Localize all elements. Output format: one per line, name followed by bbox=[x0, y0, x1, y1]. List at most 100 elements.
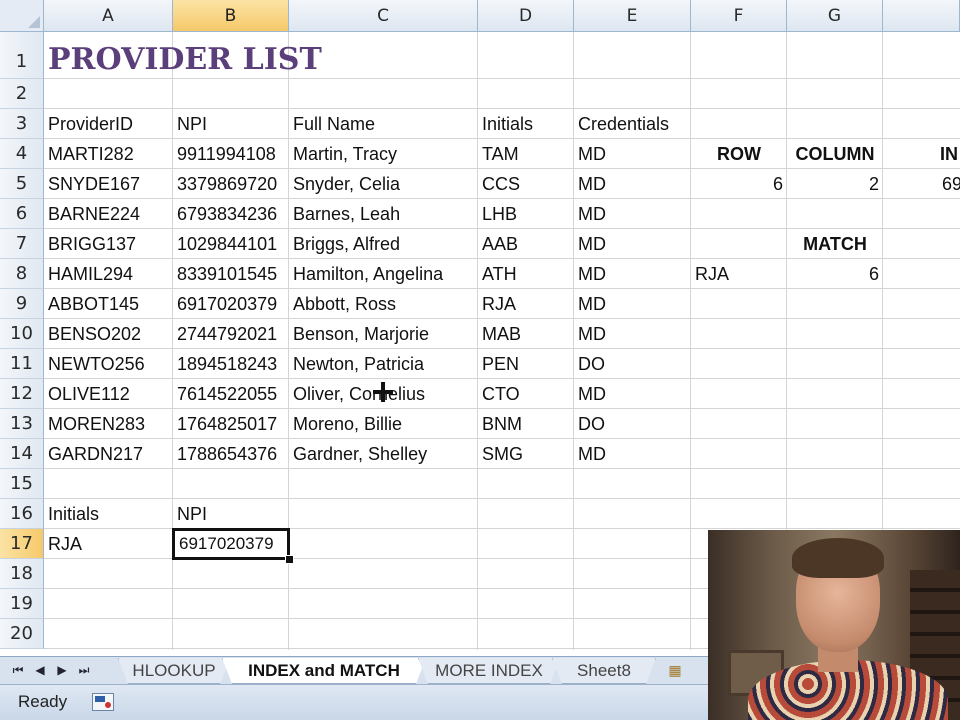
cell-b7[interactable]: 1029844101 bbox=[173, 229, 288, 259]
row-header-18[interactable]: 18 bbox=[0, 559, 44, 589]
cell-b12[interactable]: 7614522055 bbox=[173, 379, 288, 409]
cell-e4[interactable]: MD bbox=[574, 139, 690, 169]
cell-h5-index-value[interactable]: 69 bbox=[938, 169, 960, 199]
row-header-8[interactable]: 8 bbox=[0, 259, 44, 289]
cell-g4-column-label[interactable]: COLUMN bbox=[787, 139, 883, 169]
cell-a5[interactable]: SNYDE167 bbox=[44, 169, 172, 199]
cell-e10[interactable]: MD bbox=[574, 319, 690, 349]
sheet-title[interactable]: PROVIDER LIST bbox=[48, 40, 322, 80]
first-sheet-icon[interactable]: ⏮ bbox=[8, 661, 28, 679]
cell-b13[interactable]: 1764825017 bbox=[173, 409, 288, 439]
cell-d14[interactable]: SMG bbox=[478, 439, 573, 469]
cell-h4-index-label[interactable]: IN bbox=[936, 139, 960, 169]
column-header-f[interactable]: F bbox=[691, 0, 787, 32]
cell-a16[interactable]: Initials bbox=[44, 499, 172, 529]
tab-hlookup[interactable]: HLOOKUP bbox=[118, 658, 230, 684]
cell-g7-match-label[interactable]: MATCH bbox=[787, 229, 883, 259]
cell-b16[interactable]: NPI bbox=[173, 499, 288, 529]
row-header-6[interactable]: 6 bbox=[0, 199, 44, 229]
row-header-2[interactable]: 2 bbox=[0, 79, 44, 109]
row-header-17[interactable]: 17 bbox=[0, 529, 44, 559]
cell-d3[interactable]: Initials bbox=[478, 109, 573, 139]
cell-d11[interactable]: PEN bbox=[478, 349, 573, 379]
cell-g5-column-value[interactable]: 2 bbox=[787, 169, 883, 199]
cell-a4[interactable]: MARTI282 bbox=[44, 139, 172, 169]
row-header-1[interactable]: 1 bbox=[0, 32, 44, 79]
cell-b8[interactable]: 8339101545 bbox=[173, 259, 288, 289]
row-header-19[interactable]: 19 bbox=[0, 589, 44, 619]
cell-a9[interactable]: ABBOT145 bbox=[44, 289, 172, 319]
cell-e3[interactable]: Credentials bbox=[574, 109, 690, 139]
row-header-10[interactable]: 10 bbox=[0, 319, 44, 349]
cell-c14[interactable]: Gardner, Shelley bbox=[289, 439, 477, 469]
cell-b11[interactable]: 1894518243 bbox=[173, 349, 288, 379]
cell-e6[interactable]: MD bbox=[574, 199, 690, 229]
row-header-13[interactable]: 13 bbox=[0, 409, 44, 439]
cell-b9[interactable]: 6917020379 bbox=[173, 289, 288, 319]
cell-c9[interactable]: Abbott, Ross bbox=[289, 289, 477, 319]
cell-e9[interactable]: MD bbox=[574, 289, 690, 319]
cell-c8[interactable]: Hamilton, Angelina bbox=[289, 259, 477, 289]
column-header-d[interactable]: D bbox=[478, 0, 574, 32]
cell-b14[interactable]: 1788654376 bbox=[173, 439, 288, 469]
cell-c4[interactable]: Martin, Tracy bbox=[289, 139, 477, 169]
cell-d12[interactable]: CTO bbox=[478, 379, 573, 409]
row-header-4[interactable]: 4 bbox=[0, 139, 44, 169]
cell-a13[interactable]: MOREN283 bbox=[44, 409, 172, 439]
cell-d4[interactable]: TAM bbox=[478, 139, 573, 169]
cell-e12[interactable]: MD bbox=[574, 379, 690, 409]
cell-a12[interactable]: OLIVE112 bbox=[44, 379, 172, 409]
cell-e13[interactable]: DO bbox=[574, 409, 690, 439]
cell-d7[interactable]: AAB bbox=[478, 229, 573, 259]
row-header-14[interactable]: 14 bbox=[0, 439, 44, 469]
insert-sheet-icon[interactable]: ▦ bbox=[662, 661, 688, 681]
column-header-a[interactable]: A bbox=[44, 0, 173, 32]
column-header-b[interactable]: B bbox=[173, 0, 289, 32]
row-header-15[interactable]: 15 bbox=[0, 469, 44, 499]
cell-d8[interactable]: ATH bbox=[478, 259, 573, 289]
cell-e5[interactable]: MD bbox=[574, 169, 690, 199]
cell-b6[interactable]: 6793834236 bbox=[173, 199, 288, 229]
cell-b10[interactable]: 2744792021 bbox=[173, 319, 288, 349]
tab-sheet8[interactable]: Sheet8 bbox=[552, 658, 656, 684]
cell-d5[interactable]: CCS bbox=[478, 169, 573, 199]
tab-more-index[interactable]: MORE INDEX bbox=[418, 658, 560, 684]
cell-g8-match-value[interactable]: 6 bbox=[787, 259, 883, 289]
cell-c10[interactable]: Benson, Marjorie bbox=[289, 319, 477, 349]
row-header-9[interactable]: 9 bbox=[0, 289, 44, 319]
cell-c3[interactable]: Full Name bbox=[289, 109, 477, 139]
fill-handle[interactable] bbox=[285, 555, 294, 564]
cell-a17[interactable]: RJA bbox=[44, 529, 172, 559]
column-header-c[interactable]: C bbox=[289, 0, 478, 32]
cell-f8-match-key[interactable]: RJA bbox=[691, 259, 787, 289]
cell-c7[interactable]: Briggs, Alfred bbox=[289, 229, 477, 259]
cell-d10[interactable]: MAB bbox=[478, 319, 573, 349]
row-header-20[interactable]: 20 bbox=[0, 619, 44, 649]
macro-record-icon[interactable] bbox=[92, 693, 114, 711]
prev-sheet-icon[interactable]: ◀ bbox=[30, 661, 50, 679]
cell-c11[interactable]: Newton, Patricia bbox=[289, 349, 477, 379]
cell-b17[interactable]: 6917020379 bbox=[175, 529, 288, 559]
cell-a10[interactable]: BENSO202 bbox=[44, 319, 172, 349]
cell-a3[interactable]: ProviderID bbox=[44, 109, 172, 139]
cell-a8[interactable]: HAMIL294 bbox=[44, 259, 172, 289]
cell-a14[interactable]: GARDN217 bbox=[44, 439, 172, 469]
row-header-7[interactable]: 7 bbox=[0, 229, 44, 259]
cell-e11[interactable]: DO bbox=[574, 349, 690, 379]
cell-d9[interactable]: RJA bbox=[478, 289, 573, 319]
cell-f5-row-value[interactable]: 6 bbox=[691, 169, 787, 199]
cell-a6[interactable]: BARNE224 bbox=[44, 199, 172, 229]
column-header-g[interactable]: G bbox=[787, 0, 883, 32]
cell-a7[interactable]: BRIGG137 bbox=[44, 229, 172, 259]
cell-d13[interactable]: BNM bbox=[478, 409, 573, 439]
cell-c6[interactable]: Barnes, Leah bbox=[289, 199, 477, 229]
tab-index-and-match[interactable]: INDEX and MATCH bbox=[222, 658, 426, 684]
cell-f4-row-label[interactable]: ROW bbox=[691, 139, 787, 169]
cell-a11[interactable]: NEWTO256 bbox=[44, 349, 172, 379]
row-header-3[interactable]: 3 bbox=[0, 109, 44, 139]
column-header-h[interactable] bbox=[883, 0, 960, 32]
row-header-5[interactable]: 5 bbox=[0, 169, 44, 199]
cell-e7[interactable]: MD bbox=[574, 229, 690, 259]
column-header-e[interactable]: E bbox=[574, 0, 691, 32]
cell-e8[interactable]: MD bbox=[574, 259, 690, 289]
